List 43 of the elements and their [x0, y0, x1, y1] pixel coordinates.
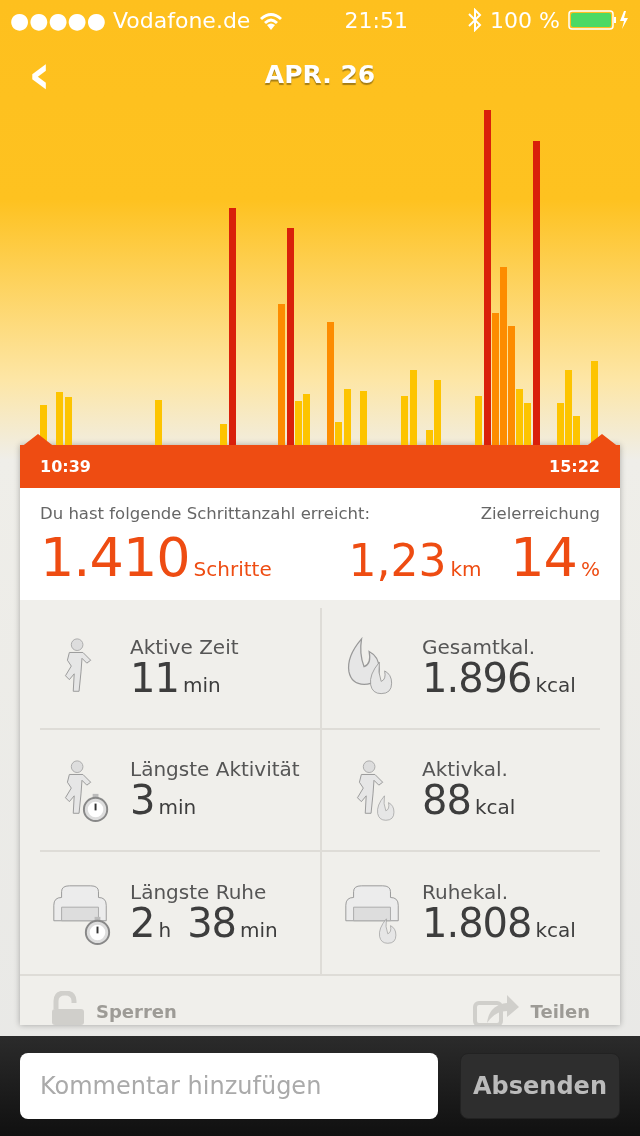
back-button[interactable]: ‹: [28, 46, 52, 102]
stat-value: 88: [422, 780, 471, 820]
battery-text: 100 %: [490, 6, 560, 35]
stat-unit: h: [158, 917, 172, 944]
steps-label: Du hast folgende Schrittanzahl erreicht:: [40, 503, 371, 525]
carrier-text: ●●●●● Vodafone.de: [10, 6, 251, 35]
bluetooth-icon: [468, 8, 483, 32]
stat-unit: kcal: [535, 672, 576, 699]
distance-unit: km: [450, 555, 482, 583]
end-time: 15:22: [549, 455, 600, 478]
start-time: 10:39: [40, 455, 91, 478]
stat-value: 2: [130, 903, 155, 943]
stat-value: 38: [187, 903, 237, 943]
clock-text: 21:51: [344, 7, 408, 33]
comment-field[interactable]: Kommentar hinzufügen: [20, 1053, 438, 1119]
stat-unit: min: [158, 794, 197, 821]
stat-unit: min: [182, 672, 221, 699]
stat-unit: min: [240, 917, 278, 944]
stat-value: 11: [130, 658, 179, 698]
stat-label: Längste Ruhe: [130, 881, 268, 903]
steps-unit: Schritte: [193, 555, 272, 583]
step-count: 1.410: [40, 530, 190, 585]
stat-unit: kcal: [474, 794, 516, 821]
distance-value: 1,23: [348, 538, 447, 583]
lock-button[interactable]: Sperren: [50, 991, 177, 1025]
stat-value: 3: [130, 780, 155, 820]
send-button[interactable]: Absenden: [460, 1053, 620, 1119]
date-title: APR. 26: [264, 59, 376, 92]
stat-value: 1.896: [422, 658, 532, 698]
padlock-icon: [50, 991, 86, 1025]
share-button[interactable]: Teilen: [472, 991, 590, 1025]
percent-unit: %: [580, 555, 600, 583]
wifi-icon: [258, 10, 285, 30]
stat-label: Ruhekal.: [422, 881, 510, 903]
stat-label: Gesamtkal.: [422, 636, 537, 658]
goal-label: Zielerreichung: [480, 503, 600, 525]
stat-value: 1.808: [422, 903, 532, 943]
stat-unit: kcal: [535, 917, 576, 944]
stat-label: Aktivkal.: [422, 758, 509, 780]
stat-label: Längste Aktivität: [130, 758, 300, 780]
stat-label: Aktive Zeit: [130, 636, 239, 658]
battery-icon: [568, 9, 630, 31]
goal-percent: 14: [510, 530, 577, 585]
